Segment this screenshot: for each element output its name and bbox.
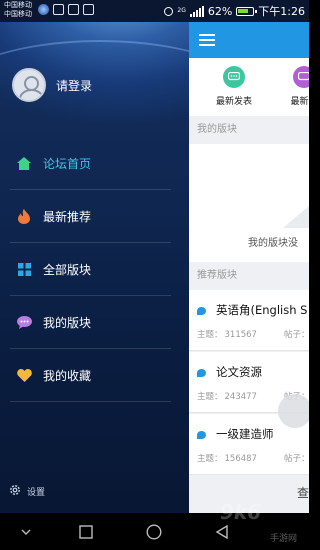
forum-topics: 主题： 156487 — [197, 454, 257, 464]
floating-action-button[interactable] — [278, 394, 309, 428]
watermark-logo: 9k6 — [220, 500, 262, 524]
system-navigation-bar — [0, 513, 309, 550]
menu-item-label: 论坛首页 — [43, 157, 92, 171]
clock: 下午1:26 — [258, 5, 305, 18]
my-boards-header: 我的版块 — [189, 117, 309, 143]
collapse-icon[interactable] — [16, 522, 36, 542]
chat-icon — [223, 66, 245, 88]
quick-actions-bar: 最新发表 最新回 — [189, 58, 309, 116]
carrier-1: 中国移动 — [4, 1, 32, 9]
gear-icon — [9, 484, 21, 499]
watermark-text: 手游网 — [270, 534, 298, 544]
flame-icon — [16, 209, 32, 225]
decorative-shape — [283, 206, 309, 228]
settings-label: 设置 — [27, 488, 46, 498]
menu-item-latest-recommended[interactable]: 最新推荐 — [0, 190, 189, 243]
quick-action-label: 最新发表 — [215, 97, 252, 107]
menu-item-label: 最新推荐 — [43, 210, 92, 224]
forum-bubble-icon — [197, 307, 206, 315]
forum-topics: 主题： 311567 — [197, 330, 257, 340]
forum-bubble-icon — [197, 431, 206, 439]
carrier-2: 中国移动 — [4, 10, 32, 18]
navigation-drawer: 请登录 论坛首页 最新推荐 全部版块 我的版块 我的收藏 设置 — [0, 0, 189, 513]
menu-item-forum-home[interactable]: 论坛首页 — [0, 137, 189, 190]
forum-bubble-icon — [197, 369, 206, 377]
download-notification-icon — [68, 4, 79, 15]
menu-item-my-boards[interactable]: 我的版块 — [0, 296, 189, 349]
carrier-labels: 中国移动 中国移动 — [4, 1, 32, 19]
alarm-icon — [164, 6, 174, 16]
forum-title: 一级建造师 — [216, 427, 274, 441]
avatar[interactable] — [12, 68, 46, 102]
app-notification-icon — [38, 4, 49, 15]
menu-item-label: 我的版块 — [43, 316, 92, 330]
status-bar: 中国移动 中国移动 2G 62% 下午1:26 — [0, 0, 309, 22]
notification-icons — [38, 4, 94, 15]
recommended-boards-header: 推荐版块 — [189, 263, 309, 289]
login-profile[interactable]: 请登录 — [12, 68, 92, 102]
forum-topics: 主题： 243477 — [197, 392, 257, 402]
app-bar — [189, 22, 309, 58]
heart-icon — [16, 368, 32, 384]
main-content: 最新发表 最新回 我的版块 我的版块没 推荐版块 英语角(English S 主… — [189, 0, 309, 513]
forum-title: 论文资源 — [216, 365, 262, 379]
login-label[interactable]: 请登录 — [56, 77, 92, 94]
battery-percent: 62% — [207, 4, 233, 18]
menu-icon[interactable] — [199, 34, 215, 46]
forum-list-item[interactable]: 英语角(English S 主题： 311567 帖子： — [189, 290, 309, 351]
home-icon — [16, 156, 32, 172]
drawer-menu: 论坛首页 最新推荐 全部版块 我的版块 我的收藏 — [0, 137, 189, 402]
grid-icon — [16, 262, 32, 278]
my-boards-empty-text: 我的版块没 — [248, 238, 298, 249]
menu-item-label: 我的收藏 — [43, 369, 92, 383]
settings-button[interactable]: 设置 — [9, 484, 45, 499]
recents-button[interactable] — [76, 522, 96, 542]
forum-posts: 帖子： — [284, 330, 309, 340]
menu-item-my-favorites[interactable]: 我的收藏 — [0, 349, 189, 402]
menu-item-all-boards[interactable]: 全部版块 — [0, 243, 189, 296]
bottom-text: 查 — [297, 486, 309, 500]
image-notification-icon — [53, 4, 64, 15]
quick-action-latest-replies[interactable]: 最新回 — [274, 66, 309, 107]
back-button[interactable] — [212, 522, 232, 542]
signal-icon — [189, 5, 204, 17]
system-status: 2G 62% 下午1:26 — [164, 3, 305, 19]
quick-action-label: 最新回 — [290, 97, 309, 107]
network-type: 2G — [177, 7, 186, 14]
forum-title: 英语角(English S — [216, 303, 308, 317]
home-button[interactable] — [144, 522, 164, 542]
battery-icon — [236, 6, 258, 16]
chat-bubble-icon — [16, 315, 32, 331]
reply-icon — [293, 66, 309, 88]
menu-item-label: 全部版块 — [43, 263, 92, 277]
forum-posts: 帖子： — [284, 454, 309, 464]
quick-action-latest-posts[interactable]: 最新发表 — [204, 66, 264, 107]
message-notification-icon — [83, 4, 94, 15]
my-boards-panel: 我的版块没 — [189, 144, 309, 262]
